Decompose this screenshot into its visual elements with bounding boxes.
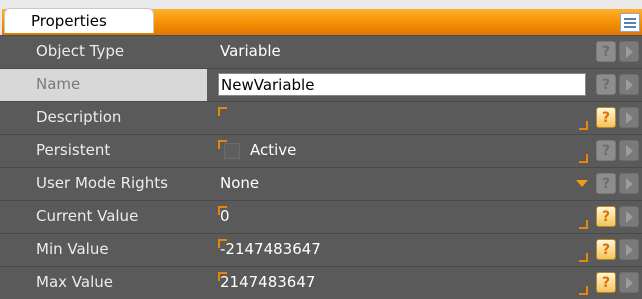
arrow-right-icon — [626, 112, 633, 124]
property-label: User Mode Rights — [36, 174, 168, 192]
tab-properties[interactable]: Properties — [4, 8, 154, 33]
field-corner-marker — [218, 239, 227, 248]
user-mode-rights-select[interactable]: None — [218, 168, 588, 200]
help-icon[interactable]: ? — [596, 74, 616, 95]
property-row-name: Name ? — [0, 68, 642, 101]
help-icon[interactable]: ? — [596, 272, 616, 293]
chevron-down-icon[interactable] — [576, 180, 588, 187]
arrow-right-icon — [626, 178, 633, 190]
description-field[interactable] — [218, 102, 588, 134]
property-value-cell — [218, 69, 588, 101]
property-row-max-value: Max Value 2147483647 ? — [0, 266, 642, 299]
property-label: Current Value — [36, 207, 139, 225]
property-label: Max Value — [36, 273, 113, 291]
property-row-description: Description ? — [0, 101, 642, 134]
help-icon[interactable]: ? — [596, 239, 616, 260]
expand-arrow-button[interactable] — [619, 206, 639, 227]
active-checkbox-label: Active — [250, 141, 297, 159]
property-row-current-value: Current Value 0 ? — [0, 200, 642, 233]
arrow-right-icon — [626, 46, 633, 58]
help-icon[interactable]: ? — [596, 206, 616, 227]
help-icon[interactable]: ? — [596, 173, 616, 194]
arrow-right-icon — [626, 145, 633, 157]
property-label: Object Type — [36, 42, 125, 60]
properties-panel: Properties Object Type Variable ? Name ?… — [0, 0, 642, 299]
property-label: Description — [36, 108, 122, 126]
help-icon[interactable]: ? — [596, 41, 616, 62]
persistent-field: Active — [218, 135, 588, 167]
select-value: None — [220, 174, 260, 192]
property-row-persistent: Persistent Active ? — [0, 134, 642, 167]
name-input[interactable] — [218, 73, 586, 96]
current-value-field[interactable]: 0 — [218, 201, 588, 233]
property-row-user-mode-rights: User Mode Rights None ? — [0, 167, 642, 200]
min-value-text: -2147483647 — [220, 240, 321, 258]
help-icon[interactable]: ? — [596, 140, 616, 161]
field-corner-marker — [218, 107, 227, 116]
field-corner-marker — [579, 121, 588, 130]
field-corner-marker — [218, 206, 227, 215]
expand-arrow-button[interactable] — [619, 107, 639, 128]
property-row-object-type: Object Type Variable ? — [0, 35, 642, 68]
property-grid: Object Type Variable ? Name ? Descriptio… — [0, 35, 642, 299]
active-checkbox[interactable] — [224, 143, 240, 159]
property-value: Variable — [220, 42, 281, 60]
field-corner-marker — [579, 154, 588, 163]
property-label: Min Value — [36, 240, 109, 258]
expand-arrow-button[interactable] — [619, 239, 639, 260]
tab-bar: Properties — [0, 0, 642, 35]
arrow-right-icon — [626, 277, 633, 289]
property-label: Persistent — [36, 141, 111, 159]
expand-arrow-button[interactable] — [619, 173, 639, 194]
expand-arrow-button[interactable] — [619, 74, 639, 95]
arrow-right-icon — [626, 211, 633, 223]
list-layout-icon[interactable] — [620, 13, 640, 32]
field-corner-marker — [218, 272, 227, 281]
arrow-right-icon — [626, 244, 633, 256]
expand-arrow-button[interactable] — [619, 272, 639, 293]
property-label: Name — [0, 69, 207, 101]
arrow-right-icon — [626, 79, 633, 91]
field-corner-marker — [579, 220, 588, 229]
help-icon[interactable]: ? — [596, 107, 616, 128]
max-value-text: 2147483647 — [220, 273, 316, 291]
expand-arrow-button[interactable] — [619, 41, 639, 62]
field-corner-marker — [579, 286, 588, 295]
property-row-min-value: Min Value -2147483647 ? — [0, 233, 642, 266]
max-value-field[interactable]: 2147483647 — [218, 267, 588, 299]
field-corner-marker — [579, 253, 588, 262]
expand-arrow-button[interactable] — [619, 140, 639, 161]
min-value-field[interactable]: -2147483647 — [218, 234, 588, 266]
